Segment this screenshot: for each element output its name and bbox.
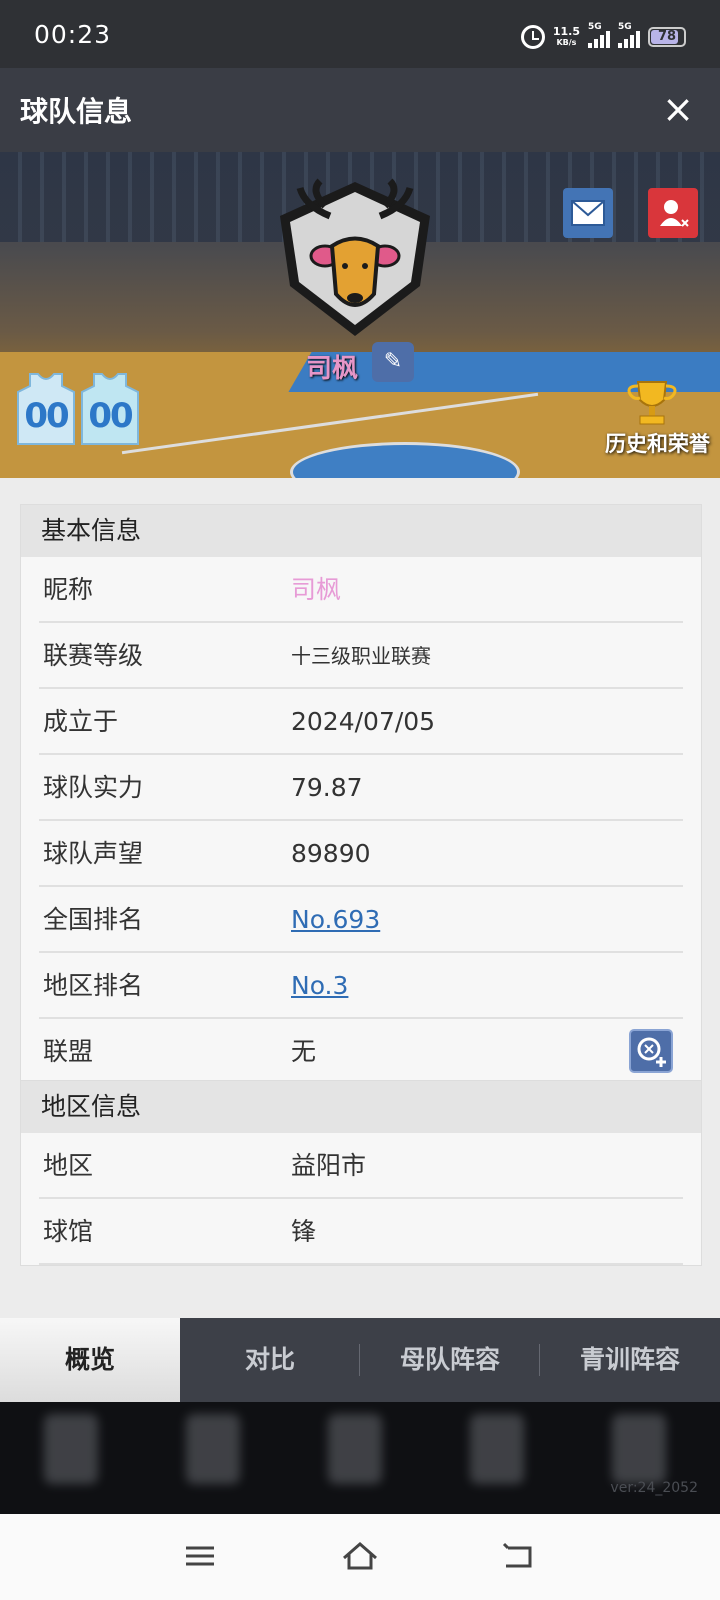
signal-icon: 5G	[588, 22, 610, 48]
edit-name-button[interactable]: ✎	[372, 342, 414, 382]
jersey-home: 00	[16, 372, 76, 446]
row-label: 球馆	[43, 1217, 94, 1246]
row-value: 2024/07/05	[291, 707, 436, 736]
row-label: 昵称	[43, 575, 94, 604]
national-rank-link[interactable]: No.693	[291, 887, 380, 953]
jersey-away: 00	[80, 372, 140, 446]
info-row-national-rank: 全国排名 No.693	[39, 887, 683, 953]
system-nav-bar	[0, 1514, 720, 1600]
back-icon[interactable]	[500, 1540, 540, 1572]
team-logo-icon	[280, 178, 430, 336]
regional-rank-link[interactable]: No.3	[291, 953, 348, 1019]
tab-compare[interactable]: 对比	[180, 1318, 360, 1402]
basic-info-title: 基本信息	[21, 505, 701, 557]
row-label: 地区排名	[43, 971, 144, 1000]
tab-bar: 概览 对比 母队阵容 青训阵容	[0, 1318, 720, 1402]
info-row-regional-rank: 地区排名 No.3	[39, 953, 683, 1019]
history-honors-link[interactable]: 历史和荣誉	[605, 428, 710, 458]
info-row-reputation: 球队声望 89890	[39, 821, 683, 887]
row-value: 益阳市	[291, 1151, 367, 1180]
game-bottom-nav: ver:24_2052	[0, 1402, 720, 1514]
close-icon[interactable]: ×	[662, 90, 694, 128]
basic-info-card: 基本信息 昵称 司枫 联赛等级 十三级职业联赛 成立于 2024/07/05 球…	[20, 504, 702, 1086]
blurred-nav-icon[interactable]	[44, 1414, 98, 1484]
signal-icon-2: 5G	[618, 22, 640, 48]
info-row-arena: 球馆 锋	[39, 1199, 683, 1265]
version-label: ver:24_2052	[610, 1480, 698, 1496]
info-row-nickname: 昵称 司枫	[39, 557, 683, 623]
row-label: 联盟	[43, 1037, 94, 1066]
signal-tag: 5G	[588, 22, 602, 32]
team-banner: 司枫 ✎ 00 00 历史和荣誉	[0, 152, 720, 478]
row-label: 全国排名	[43, 905, 144, 934]
remove-user-button[interactable]	[648, 188, 698, 238]
row-value: 无	[291, 1037, 317, 1066]
tab-label: 对比	[244, 1345, 295, 1374]
row-label: 球队声望	[43, 839, 144, 868]
status-icons: 11.5 KB/s 5G 5G 78	[520, 22, 686, 50]
info-row-strength: 球队实力 79.87	[39, 755, 683, 821]
mail-button[interactable]	[563, 188, 613, 238]
signal-tag-2: 5G	[618, 22, 632, 32]
tab-label: 母队阵容	[399, 1345, 500, 1374]
content-area: 基本信息 昵称 司枫 联赛等级 十三级职业联赛 成立于 2024/07/05 球…	[0, 478, 720, 1318]
row-label: 球队实力	[43, 773, 144, 802]
row-value: 79.87	[291, 773, 363, 802]
mail-icon	[571, 200, 605, 226]
battery-level: 78	[657, 29, 677, 44]
blurred-nav-icon[interactable]	[470, 1414, 524, 1484]
row-value: 十三级职业联赛	[291, 644, 431, 668]
trophy-icon[interactable]	[624, 380, 680, 426]
row-value: 司枫	[291, 575, 342, 604]
region-info-card: 地区信息 地区 益阳市 球馆 锋	[20, 1080, 702, 1266]
alliance-add-icon	[637, 1037, 666, 1067]
tab-main-roster[interactable]: 母队阵容	[360, 1318, 540, 1402]
info-row-league: 联赛等级 十三级职业联赛	[39, 623, 683, 689]
alarm-icon	[520, 25, 545, 49]
blurred-nav-icon[interactable]	[328, 1414, 382, 1484]
row-value: 89890	[291, 839, 371, 868]
net-speed-unit: KB/s	[556, 38, 577, 47]
tab-overview[interactable]: 概览	[0, 1318, 180, 1402]
status-time: 00:23	[34, 20, 112, 49]
battery-icon: 78	[648, 27, 686, 47]
region-info-title: 地区信息	[21, 1081, 701, 1133]
jersey-number: 00	[88, 396, 133, 436]
page-title: 球队信息	[20, 95, 133, 128]
join-alliance-button[interactable]	[629, 1029, 673, 1073]
remove-user-icon	[660, 200, 689, 227]
row-label: 地区	[43, 1151, 94, 1180]
team-name: 司枫	[306, 354, 359, 384]
home-icon[interactable]	[340, 1540, 380, 1572]
row-value: 锋	[291, 1217, 317, 1246]
row-label: 成立于	[43, 707, 119, 736]
status-bar: 00:23 11.5 KB/s 5G 5G 78	[0, 0, 720, 68]
blurred-nav-icon[interactable]	[612, 1414, 666, 1484]
net-speed: 11.5 KB/s	[553, 26, 580, 48]
header-bar: 球队信息 ×	[0, 68, 720, 152]
info-row-founded: 成立于 2024/07/05	[39, 689, 683, 755]
tab-youth-roster[interactable]: 青训阵容	[540, 1318, 720, 1402]
menu-icon[interactable]	[180, 1540, 220, 1572]
jersey-number: 00	[24, 396, 69, 436]
row-label: 联赛等级	[43, 641, 144, 670]
info-row-region: 地区 益阳市	[39, 1133, 683, 1199]
blurred-nav-icon[interactable]	[186, 1414, 240, 1484]
info-row-alliance: 联盟 无	[39, 1019, 683, 1085]
